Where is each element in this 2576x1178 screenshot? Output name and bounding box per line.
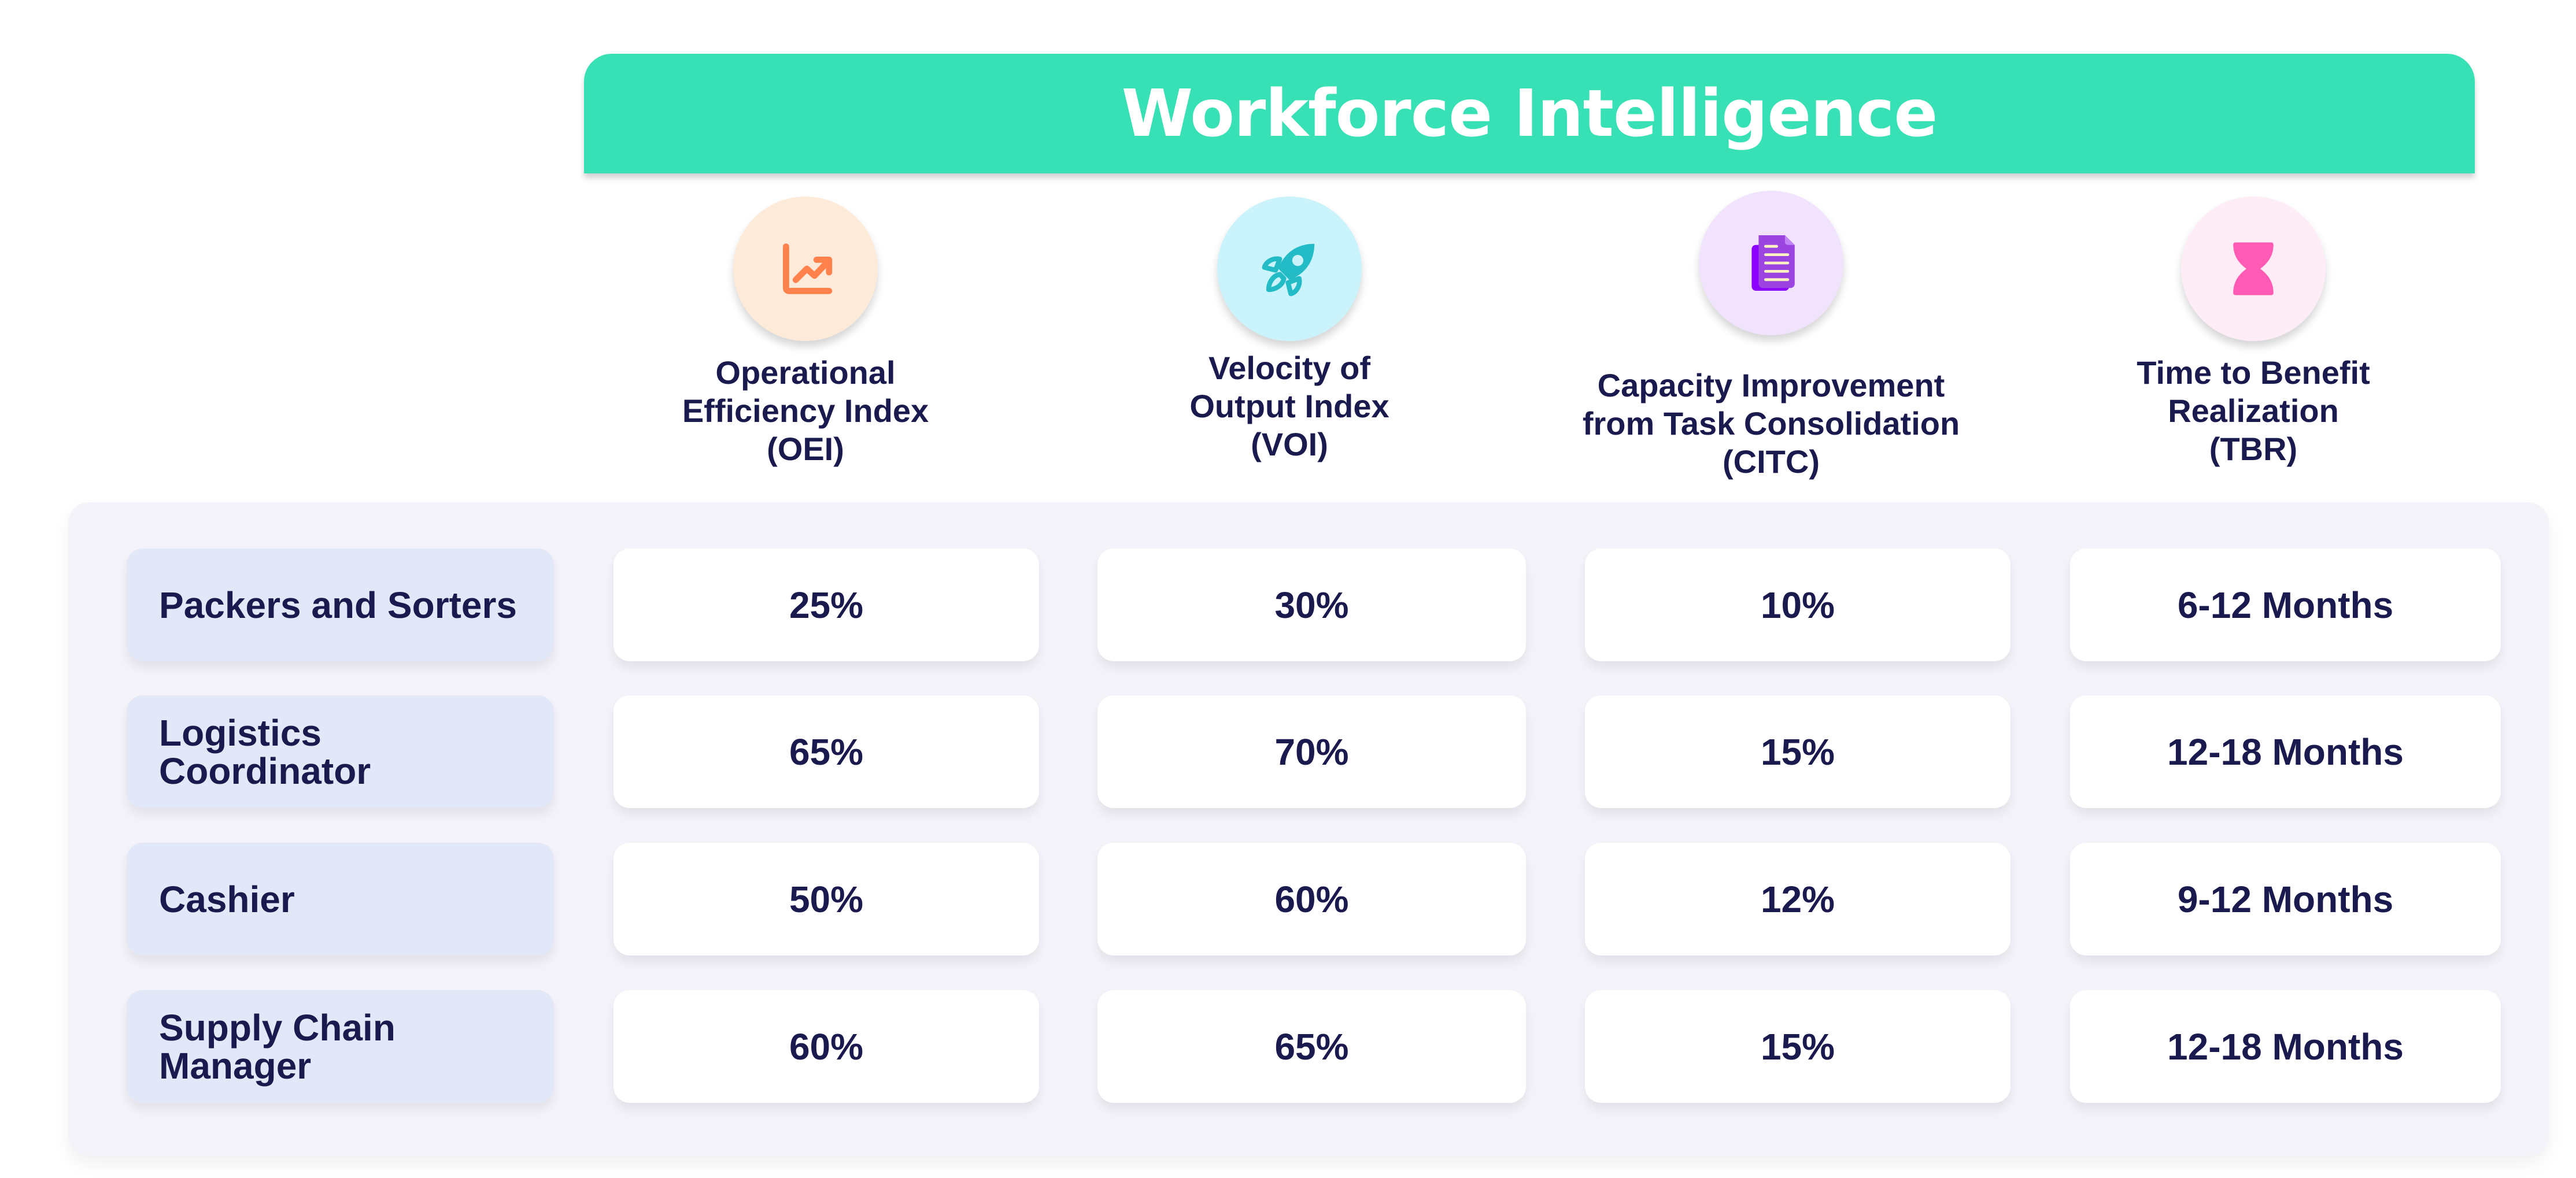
table-cell-oei: 65% [613,695,1039,808]
table-cell-voi: 30% [1097,549,1526,661]
cell-value: 65% [789,731,864,773]
column-header-line: (CITC) [1723,443,1820,480]
cell-value: 12-18 Months [2167,731,2404,773]
row-label-supply-chain-manager: Supply Chain Manager [127,990,554,1103]
cell-value: 60% [789,1025,864,1068]
row-label-text: Coordinator [159,750,371,792]
cell-value: 10% [1760,584,1835,626]
column-header-line: from Task Consolidation [1582,405,1960,442]
table-cell-voi: 60% [1097,843,1526,955]
hourglass-icon [2233,242,2274,295]
citc-icon-badge [1699,191,1843,335]
row-label-text: Logistics [159,712,321,754]
cell-value: 70% [1274,731,1349,773]
table-cell-tbr: 12-18 Months [2070,695,2501,808]
column-header-line: Output Index [1189,388,1389,424]
cell-value: 6-12 Months [2177,584,2394,626]
table-cell-voi: 65% [1097,990,1526,1103]
row-label-logistics-coordinator: Logistics Coordinator [127,695,554,808]
row-label-text: Packers and Sorters [159,584,517,626]
documents-icon [1751,235,1795,291]
table-cell-tbr: 6-12 Months [2070,549,2501,661]
cell-value: 50% [789,878,864,920]
oei-icon-badge [733,197,878,341]
header-banner: Workforce Intelligence [584,54,2475,173]
row-label-text: Cashier [159,878,295,920]
cell-value: 25% [789,584,864,626]
cell-value: 12% [1760,878,1835,920]
table-cell-oei: 60% [613,990,1039,1103]
table-cell-citc: 12% [1585,843,2010,955]
column-header-citc: Capacity Improvement from Task Consolida… [1551,366,1991,481]
trending-up-chart-icon [783,243,833,294]
voi-icon-badge [1217,197,1362,341]
row-label-cashier: Cashier [127,843,554,955]
table-cell-tbr: 12-18 Months [2070,990,2501,1103]
column-header-line: Operational [715,354,896,391]
tbr-icon-badge [2181,197,2326,341]
cell-value: 9-12 Months [2177,878,2394,920]
column-header-line: (TBR) [2209,431,2298,467]
column-header-voi: Velocity of Output Index (VOI) [1070,349,1509,464]
table-cell-oei: 50% [613,843,1039,955]
column-header-line: Capacity Improvement [1597,367,1945,403]
column-header-line: Efficiency Index [682,392,929,429]
column-header-line: (OEI) [767,431,844,467]
page-title: Workforce Intelligence [1121,76,1938,151]
cell-value: 65% [1274,1025,1349,1068]
table-cell-citc: 10% [1585,549,2010,661]
column-header-line: (VOI) [1251,426,1328,462]
column-header-line: Realization [2168,392,2339,429]
column-header-tbr: Time to Benefit Realization (TBR) [2034,354,2473,468]
table-cell-citc: 15% [1585,990,2010,1103]
cell-value: 60% [1274,878,1349,920]
cell-value: 15% [1760,1025,1835,1068]
column-header-line: Time to Benefit [2137,354,2370,391]
row-label-packers-and-sorters: Packers and Sorters [127,549,554,661]
cell-value: 30% [1274,584,1349,626]
row-label-text: Supply Chain [159,1006,396,1049]
cell-value: 15% [1760,731,1835,773]
rocket-icon [1262,243,1315,297]
table-cell-citc: 15% [1585,695,2010,808]
column-header-line: Velocity of [1208,350,1371,386]
table-cell-oei: 25% [613,549,1039,661]
cell-value: 12-18 Months [2167,1025,2404,1068]
column-header-oei: Operational Efficiency Index (OEI) [586,354,1025,468]
table-cell-voi: 70% [1097,695,1526,808]
row-label-text: Manager [159,1044,312,1087]
table-cell-tbr: 9-12 Months [2070,843,2501,955]
